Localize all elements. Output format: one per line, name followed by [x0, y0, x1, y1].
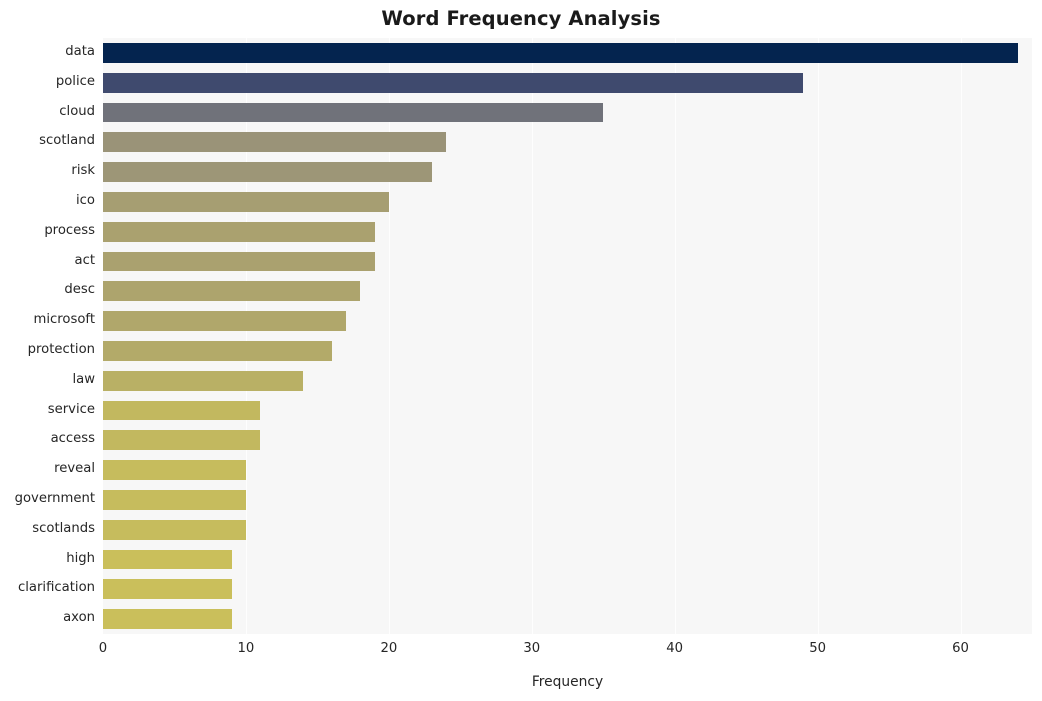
bar-row — [103, 579, 1032, 600]
x-tick-label-0: 0 — [98, 641, 108, 656]
bar-row — [103, 519, 1032, 540]
bar-row — [103, 72, 1032, 93]
y-tick-label-microsoft: microsoft — [33, 312, 95, 328]
bar-row — [103, 281, 1032, 302]
x-tick-label-40: 40 — [666, 641, 684, 656]
bar-row — [103, 192, 1032, 212]
bar-row — [103, 400, 1032, 421]
bar-law[interactable] — [103, 370, 304, 391]
y-tick-label-police: police — [55, 73, 95, 89]
bar-desc[interactable] — [103, 281, 361, 302]
y-tick-label-data: data — [65, 43, 95, 59]
bar-axon[interactable] — [103, 609, 232, 629]
y-tick-label-act: act — [74, 252, 95, 268]
bar-access[interactable] — [103, 430, 261, 451]
bar-row — [103, 490, 1032, 510]
chart-title: Word Frequency Analysis — [381, 7, 661, 30]
bar-data[interactable] — [103, 43, 1018, 63]
bar-row — [103, 341, 1032, 361]
bar-row — [103, 311, 1032, 331]
y-tick-label-government: government — [14, 490, 95, 506]
bar-microsoft[interactable] — [103, 311, 346, 331]
bar-service[interactable] — [103, 400, 261, 421]
x-tick-label-30: 30 — [523, 641, 541, 656]
bar-government[interactable] — [103, 490, 246, 510]
y-tick-label-high: high — [66, 550, 95, 566]
bar-cloud[interactable] — [103, 102, 604, 123]
bar-reveal[interactable] — [103, 460, 246, 480]
y-tick-label-service: service — [47, 401, 95, 417]
bar-scotland[interactable] — [103, 132, 446, 153]
x-axis-tick-labels: 0 10 20 30 40 50 60 — [0, 641, 1042, 661]
y-tick-label-axon: axon — [63, 610, 95, 626]
bar-row — [103, 370, 1032, 391]
bar-risk[interactable] — [103, 162, 432, 182]
bar-row — [103, 251, 1032, 272]
y-tick-label-reveal: reveal — [54, 461, 95, 477]
bar-row — [103, 430, 1032, 451]
bar-act[interactable] — [103, 251, 375, 272]
x-axis-title: Frequency — [531, 674, 604, 690]
bar-police[interactable] — [103, 72, 804, 93]
y-tick-label-process: process — [44, 222, 95, 238]
bar-row — [103, 43, 1032, 63]
bar-row — [103, 221, 1032, 242]
bar-ico[interactable] — [103, 192, 389, 212]
x-tick-label-50: 50 — [809, 641, 826, 656]
y-tick-label-scotlands: scotlands — [32, 520, 95, 536]
bar-process[interactable] — [103, 221, 375, 242]
y-tick-label-protection: protection — [27, 341, 95, 357]
bar-scotlands[interactable] — [103, 519, 246, 540]
x-tick-label-60: 60 — [952, 641, 969, 656]
bar-row — [103, 162, 1032, 182]
y-tick-label-ico: ico — [76, 192, 95, 208]
x-tick-label-20: 20 — [380, 641, 398, 656]
bar-row — [103, 609, 1032, 629]
bar-row — [103, 549, 1032, 570]
y-tick-label-scotland: scotland — [39, 133, 95, 149]
chart-figure: Word Frequency Analysis data police cloud s… — [0, 0, 1042, 701]
plot-area — [103, 38, 1032, 634]
bar-row — [103, 132, 1032, 153]
y-tick-label-desc: desc — [64, 282, 95, 298]
bars-container — [103, 38, 1032, 634]
bar-clarification[interactable] — [103, 579, 232, 600]
y-axis-tick-labels: data police cloud scotland risk ico process act… — [0, 38, 95, 634]
x-tick-label-10: 10 — [237, 641, 255, 656]
y-tick-label-law: law — [72, 371, 95, 387]
bar-row — [103, 460, 1032, 480]
y-tick-label-access: access — [50, 431, 95, 447]
y-tick-label-cloud: cloud — [59, 103, 95, 119]
bar-protection[interactable] — [103, 341, 332, 361]
y-tick-label-risk: risk — [71, 163, 95, 179]
bar-high[interactable] — [103, 549, 232, 570]
bar-row — [103, 102, 1032, 123]
y-tick-label-clarification: clarification — [18, 580, 95, 596]
